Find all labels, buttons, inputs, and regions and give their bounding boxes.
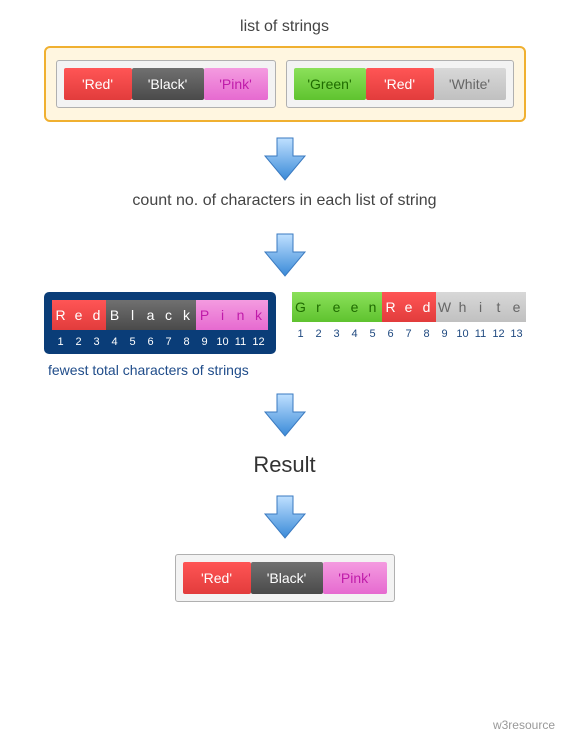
count-group: GreenRedWhite 12345678910111213	[292, 292, 526, 340]
count-row: RedBlackPink 123456789101112 GreenRedWhi…	[44, 292, 526, 354]
char-index: 2	[310, 328, 328, 340]
char-index: 7	[160, 336, 178, 348]
char-cell: R	[52, 300, 70, 330]
chip: 'Red'	[366, 68, 434, 100]
label-result: Result	[253, 452, 315, 478]
credit-text: w3resource	[493, 718, 555, 732]
label-list-of-strings: list of strings	[240, 18, 329, 36]
char-cell: G	[292, 292, 310, 322]
char-index: 11	[232, 336, 250, 348]
char-index: 13	[508, 328, 526, 340]
char-cell: t	[490, 292, 508, 322]
char-cell: i	[214, 300, 232, 330]
chip: 'Green'	[294, 68, 366, 100]
chip: 'Pink'	[323, 562, 387, 594]
char-cell: i	[472, 292, 490, 322]
char-cell: r	[310, 292, 328, 322]
char-cell: R	[382, 292, 400, 322]
char-index: 1	[52, 336, 70, 348]
char-index: 5	[124, 336, 142, 348]
char-index: 1	[292, 328, 310, 340]
char-index: 4	[106, 336, 124, 348]
chip: 'Red'	[64, 68, 132, 100]
chip: 'Black'	[132, 68, 204, 100]
char-cell: e	[328, 292, 346, 322]
char-index: 4	[346, 328, 364, 340]
arrow-down-icon	[260, 392, 310, 438]
char-cell: d	[418, 292, 436, 322]
label-fewest: fewest total characters of strings	[48, 362, 249, 378]
char-cell: P	[196, 300, 214, 330]
char-index: 12	[250, 336, 268, 348]
char-index: 3	[328, 328, 346, 340]
chip: 'White'	[434, 68, 506, 100]
char-index: 7	[400, 328, 418, 340]
char-cell: h	[454, 292, 472, 322]
chip: 'Pink'	[204, 68, 268, 100]
char-index: 6	[382, 328, 400, 340]
char-cell: n	[232, 300, 250, 330]
char-cell: n	[364, 292, 382, 322]
char-index: 11	[472, 328, 490, 340]
char-index: 6	[142, 336, 160, 348]
char-index: 10	[214, 336, 232, 348]
char-index: 10	[454, 328, 472, 340]
char-cell: e	[508, 292, 526, 322]
char-cell: e	[346, 292, 364, 322]
label-count-chars: count no. of characters in each list of …	[132, 192, 436, 210]
arrow-down-icon	[260, 232, 310, 278]
char-index: 3	[88, 336, 106, 348]
count-group-selected: RedBlackPink 123456789101112	[44, 292, 276, 354]
char-cell: d	[88, 300, 106, 330]
char-cell: e	[400, 292, 418, 322]
input-lists-box: 'Red' 'Black' 'Pink' 'Green' 'Red' 'Whit…	[44, 46, 526, 122]
char-cell: W	[436, 292, 454, 322]
char-cell: k	[250, 300, 268, 330]
char-index: 8	[178, 336, 196, 348]
char-index: 9	[436, 328, 454, 340]
chip: 'Black'	[251, 562, 323, 594]
input-list-2: 'Green' 'Red' 'White'	[286, 60, 514, 108]
char-index: 8	[418, 328, 436, 340]
char-index: 2	[70, 336, 88, 348]
char-cell: c	[160, 300, 178, 330]
chip: 'Red'	[183, 562, 251, 594]
input-list-1: 'Red' 'Black' 'Pink'	[56, 60, 276, 108]
char-cell: B	[106, 300, 124, 330]
arrow-down-icon	[260, 136, 310, 182]
char-index: 9	[196, 336, 214, 348]
char-cell: e	[70, 300, 88, 330]
char-cell: l	[124, 300, 142, 330]
arrow-down-icon	[260, 494, 310, 540]
char-cell: a	[142, 300, 160, 330]
char-cell: k	[178, 300, 196, 330]
char-index: 5	[364, 328, 382, 340]
result-list: 'Red' 'Black' 'Pink'	[175, 554, 395, 602]
char-index: 12	[490, 328, 508, 340]
